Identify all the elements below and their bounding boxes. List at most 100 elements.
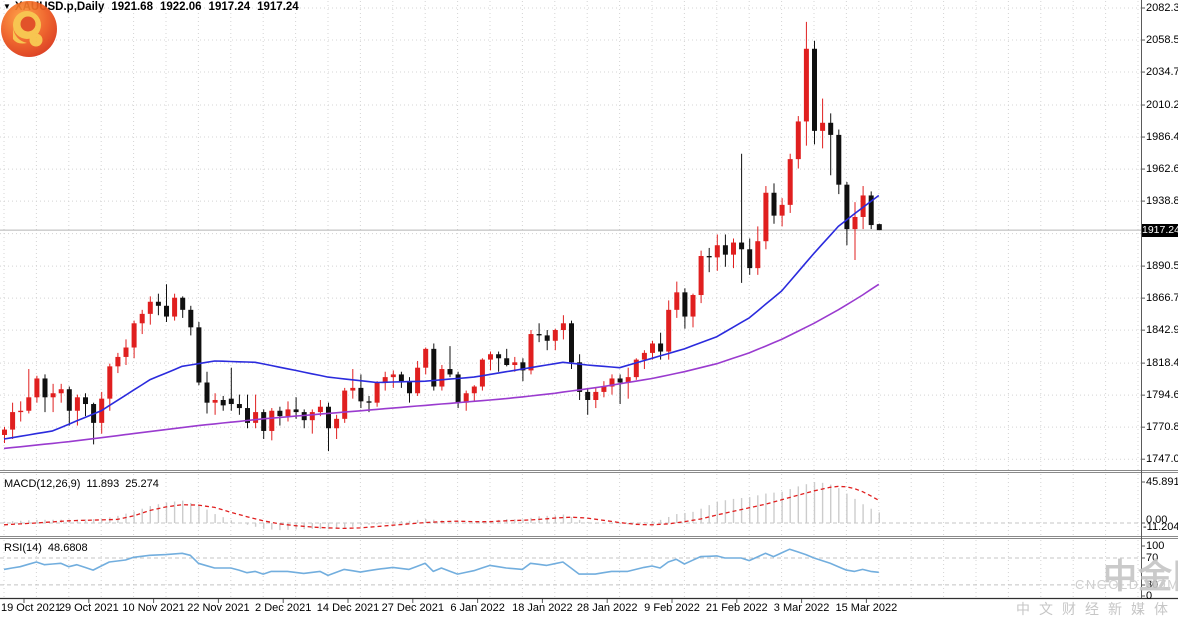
- candle-up: [666, 309, 672, 352]
- candle-down: [536, 334, 542, 336]
- macd-axis-label: 45.891: [1146, 476, 1178, 488]
- date-axis-label: 6 Jan 2022: [450, 602, 505, 614]
- candle-up: [172, 297, 178, 317]
- candle-down: [66, 389, 72, 411]
- quote-open: 1921.68: [111, 1, 153, 13]
- date-axis-label: 28 Jan 2022: [576, 602, 638, 614]
- current-price-tag: 1917.24: [1142, 223, 1178, 237]
- date-axis-label: 29 Oct 2021: [58, 602, 119, 614]
- candle-up: [512, 362, 518, 366]
- ma-fast-blue-line: [3, 194, 880, 440]
- candle-down: [447, 369, 453, 375]
- candle-up: [74, 397, 80, 411]
- price-axis-label: 1770.80: [1146, 421, 1178, 434]
- rsi-axis-label: 100: [1146, 540, 1165, 552]
- symbol-quote-line: ▼ XAUUSD.p,Daily 1921.68 1922.06 1917.24 1917…: [3, 1, 306, 13]
- candle-up: [803, 48, 809, 122]
- candle-up: [488, 354, 493, 360]
- candle-up: [439, 369, 445, 387]
- candle-down: [228, 398, 234, 405]
- candle-up: [2, 429, 7, 435]
- candle-up: [58, 389, 64, 394]
- candle-down: [658, 343, 664, 352]
- candle-up: [317, 406, 323, 413]
- price-axis-label: 2010.20: [1146, 99, 1178, 112]
- date-axis-label: 21 Feb 2022: [705, 602, 768, 614]
- candle-up: [131, 323, 137, 348]
- candle-down: [358, 387, 364, 402]
- candle-up: [731, 242, 736, 255]
- price-axis-label: 1938.80: [1146, 195, 1178, 208]
- rsi-indicator-label: RSI(14): [4, 542, 42, 554]
- candle-down: [196, 327, 202, 383]
- candle-up: [852, 216, 858, 230]
- candle-down: [42, 378, 48, 398]
- candle-up: [212, 399, 218, 403]
- candle-up: [755, 241, 761, 269]
- macd-axis-label: -11.204: [1143, 520, 1178, 533]
- price-axis-label: 1818.40: [1146, 357, 1178, 370]
- candle-down: [876, 224, 882, 231]
- candle-down: [180, 297, 186, 310]
- candle-up: [479, 359, 485, 387]
- candle-up: [714, 245, 720, 258]
- candle-up: [593, 391, 599, 400]
- candle-down: [407, 381, 412, 394]
- rsi-axis-label: 0: [1146, 590, 1153, 602]
- macd-label-row: MACD(12,26,9) 11.893 25.274: [4, 478, 165, 490]
- date-axis-label: 14 Dec 2021: [316, 602, 380, 614]
- chart-canvas[interactable]: [0, 0, 1178, 617]
- candle-down: [366, 401, 372, 403]
- candle-up: [690, 295, 696, 317]
- candle-down: [585, 391, 591, 400]
- candle-down: [188, 309, 194, 328]
- candle-up: [415, 367, 421, 394]
- candle-down: [812, 48, 817, 131]
- date-axis-label: 27 Dec 2021: [381, 602, 444, 614]
- price-axis-label: 1794.60: [1146, 389, 1178, 402]
- candle-up: [641, 352, 647, 360]
- candle-up: [560, 323, 566, 331]
- candle-up: [350, 387, 356, 391]
- candle-down: [204, 382, 210, 403]
- candle-down: [722, 245, 728, 255]
- candle-up: [471, 386, 477, 394]
- price-axis-label: 1890.50: [1146, 260, 1178, 273]
- candle-up: [123, 347, 129, 357]
- quote-high: 1922.06: [159, 1, 202, 13]
- candle-down: [220, 399, 226, 406]
- candle-up: [34, 378, 40, 398]
- candle-up: [674, 292, 680, 310]
- candle-up: [139, 313, 145, 324]
- price-axis-label: 2034.70: [1146, 66, 1178, 79]
- candle-down: [496, 354, 502, 359]
- price-axis-label: 1962.60: [1146, 163, 1178, 176]
- price-axis-label: 1747.00: [1146, 453, 1178, 466]
- price-axis-label: 2082.30: [1146, 2, 1178, 14]
- candle-up: [147, 301, 153, 314]
- candle-down: [739, 242, 745, 250]
- date-axis-label: 19 Oct 2021: [1, 602, 61, 614]
- candle-down: [682, 292, 688, 317]
- candle-up: [820, 122, 826, 131]
- candle-down: [747, 249, 753, 269]
- macd-signal-line: [3, 485, 880, 530]
- date-axis-label: 15 Mar 2022: [835, 602, 898, 614]
- candle-down: [828, 122, 834, 135]
- candle-up: [698, 256, 704, 296]
- candle-up: [334, 418, 340, 429]
- candle-up: [18, 410, 24, 413]
- date-axis-label: 3 Mar 2022: [773, 602, 830, 614]
- candle-up: [779, 204, 785, 216]
- candle-up: [650, 343, 655, 353]
- candle-down: [398, 374, 404, 382]
- grid-lines: [0, 1, 1141, 597]
- candle-down: [569, 323, 574, 363]
- candle-up: [269, 410, 275, 431]
- candle-up: [115, 356, 121, 367]
- price-axis-label: 1866.70: [1146, 292, 1178, 305]
- candle-down: [836, 134, 842, 185]
- trading-chart-window: ▼ XAUUSD.p,Daily 1921.68 1922.06 1917.24 1917…: [0, 0, 1178, 617]
- candle-down: [504, 358, 510, 366]
- candle-up: [342, 390, 348, 419]
